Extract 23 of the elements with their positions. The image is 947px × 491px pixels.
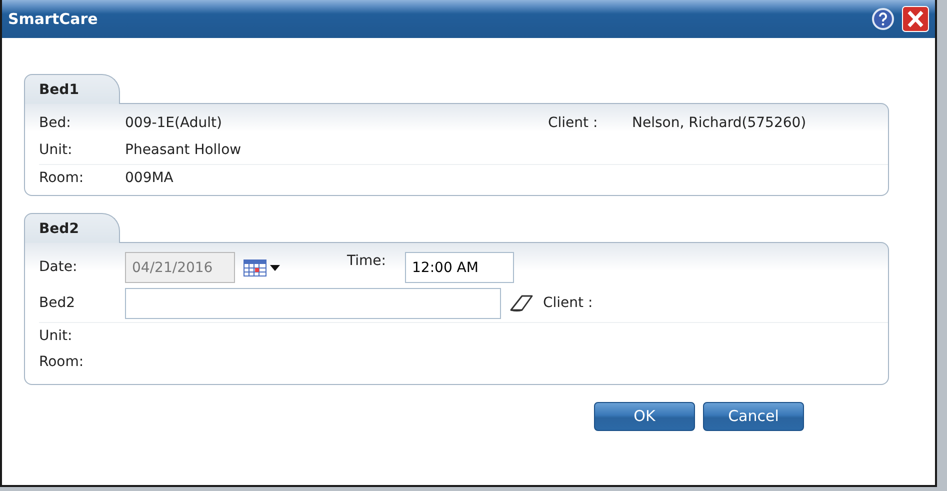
field-label: Room:	[39, 168, 85, 188]
time-field[interactable]: 12:00 AM	[405, 252, 514, 283]
field-label: Client :	[548, 114, 599, 133]
field-value: Nelson, Richard(575260)	[632, 114, 806, 133]
help-icon[interactable]	[872, 8, 894, 30]
field-value: 009MA	[125, 168, 174, 188]
field-label: Time:	[347, 252, 387, 271]
calendar-icon[interactable]	[243, 258, 281, 278]
eraser-icon[interactable]	[509, 294, 535, 312]
field-label: Bed2	[39, 294, 76, 312]
bed-field[interactable]	[125, 288, 501, 318]
field-label: Bed:	[39, 114, 72, 133]
window-title: SmartCare	[8, 8, 99, 30]
field-label: Client :	[543, 294, 593, 312]
field-label: Date:	[39, 258, 78, 277]
field-value: 009-1E(Adult)	[125, 114, 223, 133]
close-icon[interactable]	[902, 6, 929, 32]
field-label: Room:	[39, 353, 85, 372]
field-value: Pheasant Hollow	[125, 141, 242, 160]
field-label: Unit:	[39, 141, 74, 160]
field-label: Unit:	[39, 326, 74, 346]
dialog-button[interactable]: OK	[594, 402, 695, 431]
dialog-button[interactable]: Cancel	[703, 402, 804, 431]
